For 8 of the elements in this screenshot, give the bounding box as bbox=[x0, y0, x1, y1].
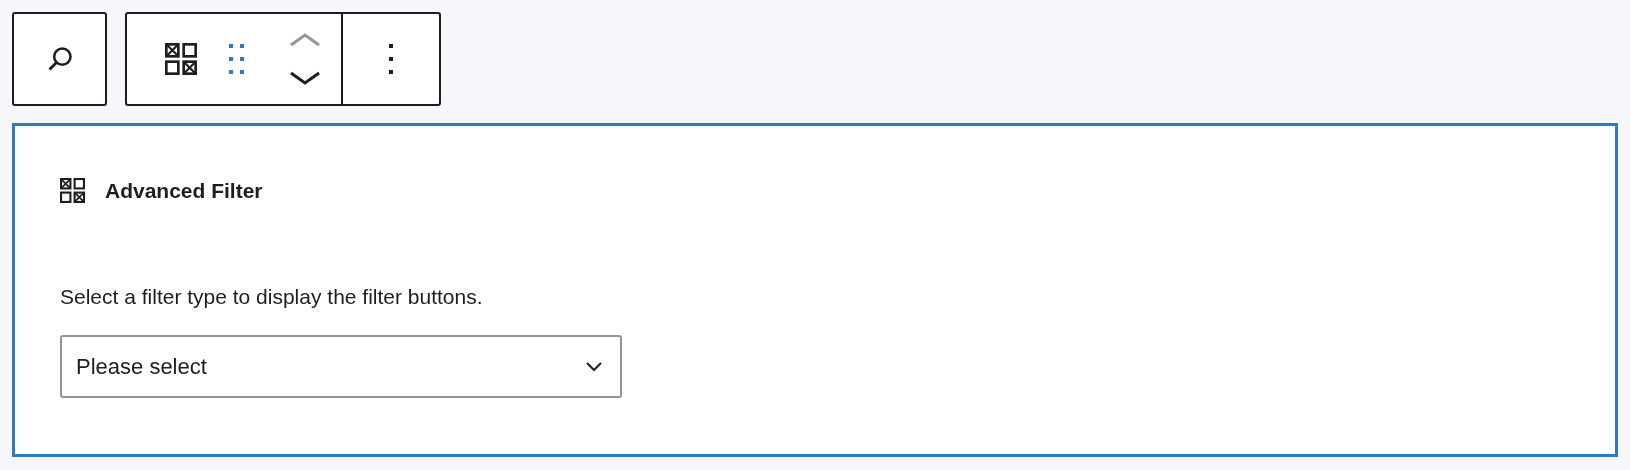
grid-icon bbox=[60, 178, 85, 203]
block-title: Advanced Filter bbox=[105, 178, 263, 203]
search-button[interactable] bbox=[12, 12, 107, 106]
grid-icon bbox=[165, 43, 197, 75]
block-description: Select a filter type to display the filter buttons. bbox=[60, 285, 484, 309]
chevron-down-icon bbox=[586, 361, 602, 372]
filter-type-select[interactable]: Please select bbox=[60, 335, 622, 398]
more-icon bbox=[388, 44, 394, 74]
